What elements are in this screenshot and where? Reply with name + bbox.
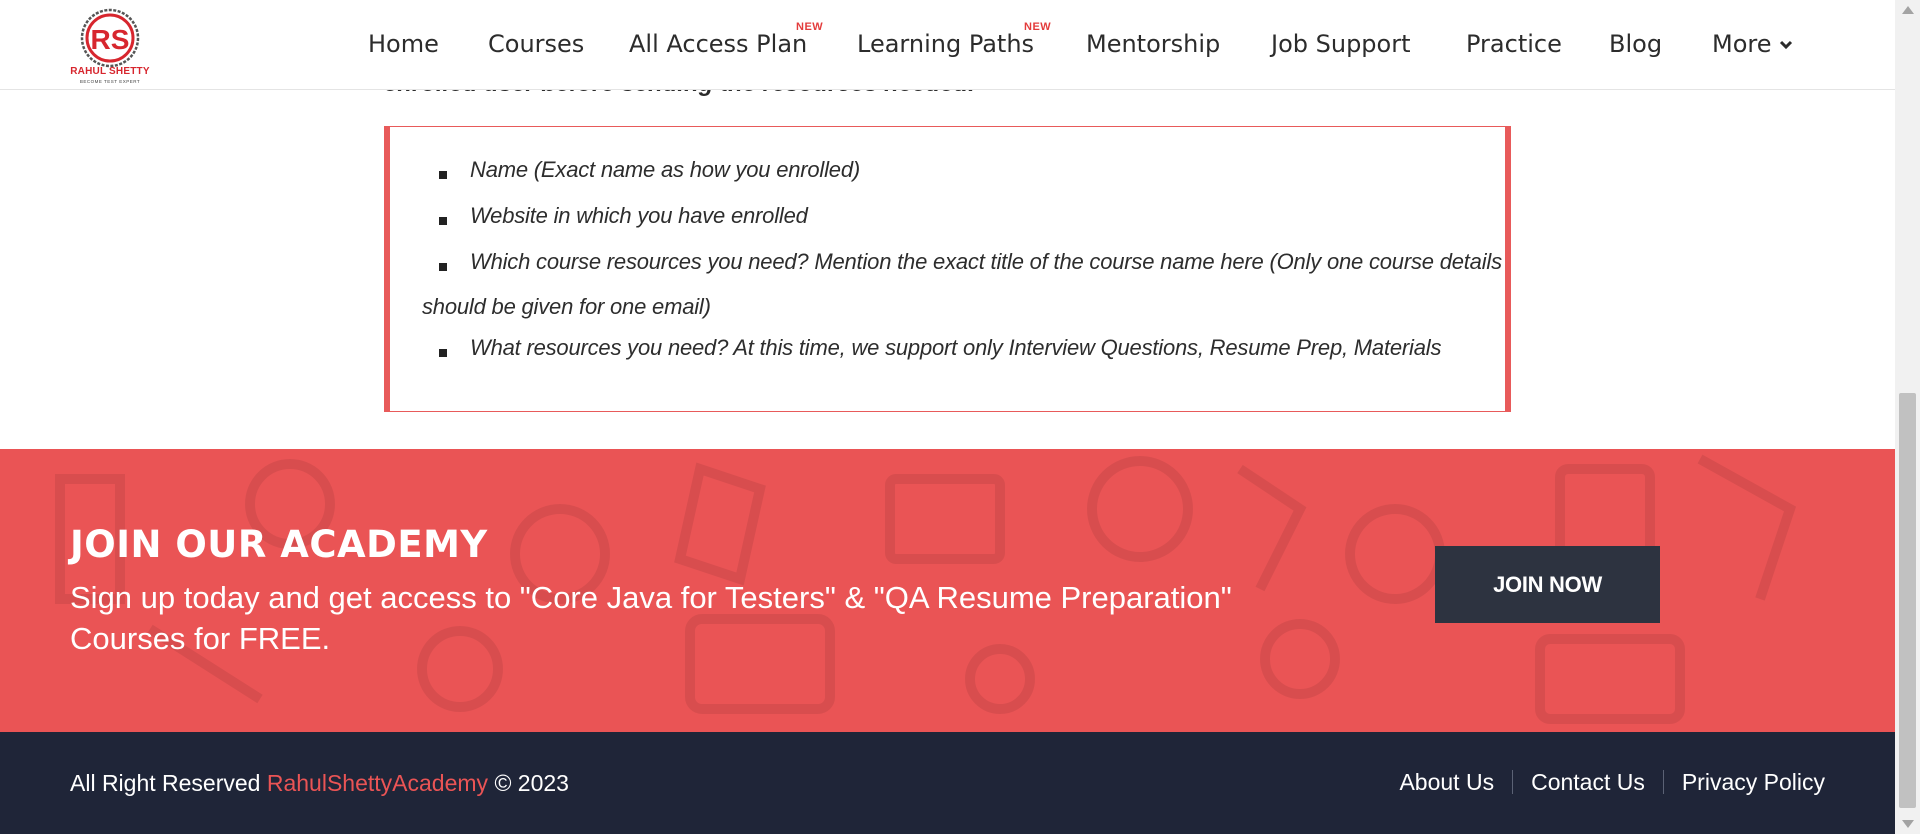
bullet-icon xyxy=(439,263,447,271)
footer-link-contact-us[interactable]: Contact Us xyxy=(1512,770,1663,794)
join-title: JOIN OUR ACADEMY xyxy=(70,523,488,566)
footer-link-about-us[interactable]: About Us xyxy=(1381,770,1512,794)
join-description: Sign up today and get access to "Core Ja… xyxy=(70,580,1232,656)
nav-practice[interactable]: Practice xyxy=(1466,30,1562,58)
footer-link-privacy-policy[interactable]: Privacy Policy xyxy=(1662,770,1825,794)
nav-more[interactable]: More xyxy=(1712,30,1796,58)
copyright-prefix: All Right Reserved xyxy=(70,770,261,796)
site-footer: All Right Reserved RahulShettyAcademy © … xyxy=(0,732,1895,834)
requirement-course-resources: Which course resources you need? Mention… xyxy=(470,249,1502,274)
nav-mentorship[interactable]: Mentorship xyxy=(1086,30,1220,58)
nav-more-label: More xyxy=(1712,30,1772,58)
nav-all-access-plan-new-badge: NEW xyxy=(796,21,824,33)
join-now-button[interactable]: JOIN NOW xyxy=(1435,546,1660,623)
nav-job-support[interactable]: Job Support xyxy=(1271,30,1411,58)
bullet-icon xyxy=(439,349,447,357)
chevron-down-icon xyxy=(1779,40,1792,50)
scroll-down-arrow-icon[interactable] xyxy=(1902,820,1914,828)
main-nav: Home Courses All Access Plan NEW Learnin… xyxy=(0,0,1895,90)
nav-home[interactable]: Home xyxy=(368,30,439,58)
nav-courses[interactable]: Courses xyxy=(488,30,584,58)
scrollbar-thumb[interactable] xyxy=(1899,393,1916,808)
scroll-up-arrow-icon[interactable] xyxy=(1902,6,1914,14)
bullet-icon xyxy=(439,171,447,179)
bullet-icon xyxy=(439,217,447,225)
nav-blog[interactable]: Blog xyxy=(1609,30,1662,58)
requirement-name: Name (Exact name as how you enrolled) xyxy=(470,157,861,182)
copyright: All Right Reserved RahulShettyAcademy © … xyxy=(70,770,569,797)
footer-links: About Us Contact Us Privacy Policy xyxy=(1381,768,1825,796)
site-header: RS RAHUL SHETTY BECOME TEST EXPERT Home … xyxy=(0,0,1895,90)
join-academy-banner: JOIN OUR ACADEMY Sign up today and get a… xyxy=(0,449,1895,732)
nav-learning-paths[interactable]: Learning Paths xyxy=(857,30,1034,58)
copyright-year: © 2023 xyxy=(494,770,569,796)
requirement-resource-types: What resources you need? At this time, w… xyxy=(470,335,1442,360)
requirement-website: Website in which you have enrolled xyxy=(470,203,808,228)
nav-all-access-plan[interactable]: All Access Plan xyxy=(629,30,807,58)
nav-learning-paths-new-badge: NEW xyxy=(1024,21,1052,33)
requirements-box: Name (Exact name as how you enrolled) We… xyxy=(384,126,1511,412)
page-scrollbar[interactable] xyxy=(1895,0,1920,834)
requirement-course-resources-continued: should be given for one email) xyxy=(422,294,711,319)
copyright-brand-link[interactable]: RahulShettyAcademy xyxy=(267,770,488,796)
